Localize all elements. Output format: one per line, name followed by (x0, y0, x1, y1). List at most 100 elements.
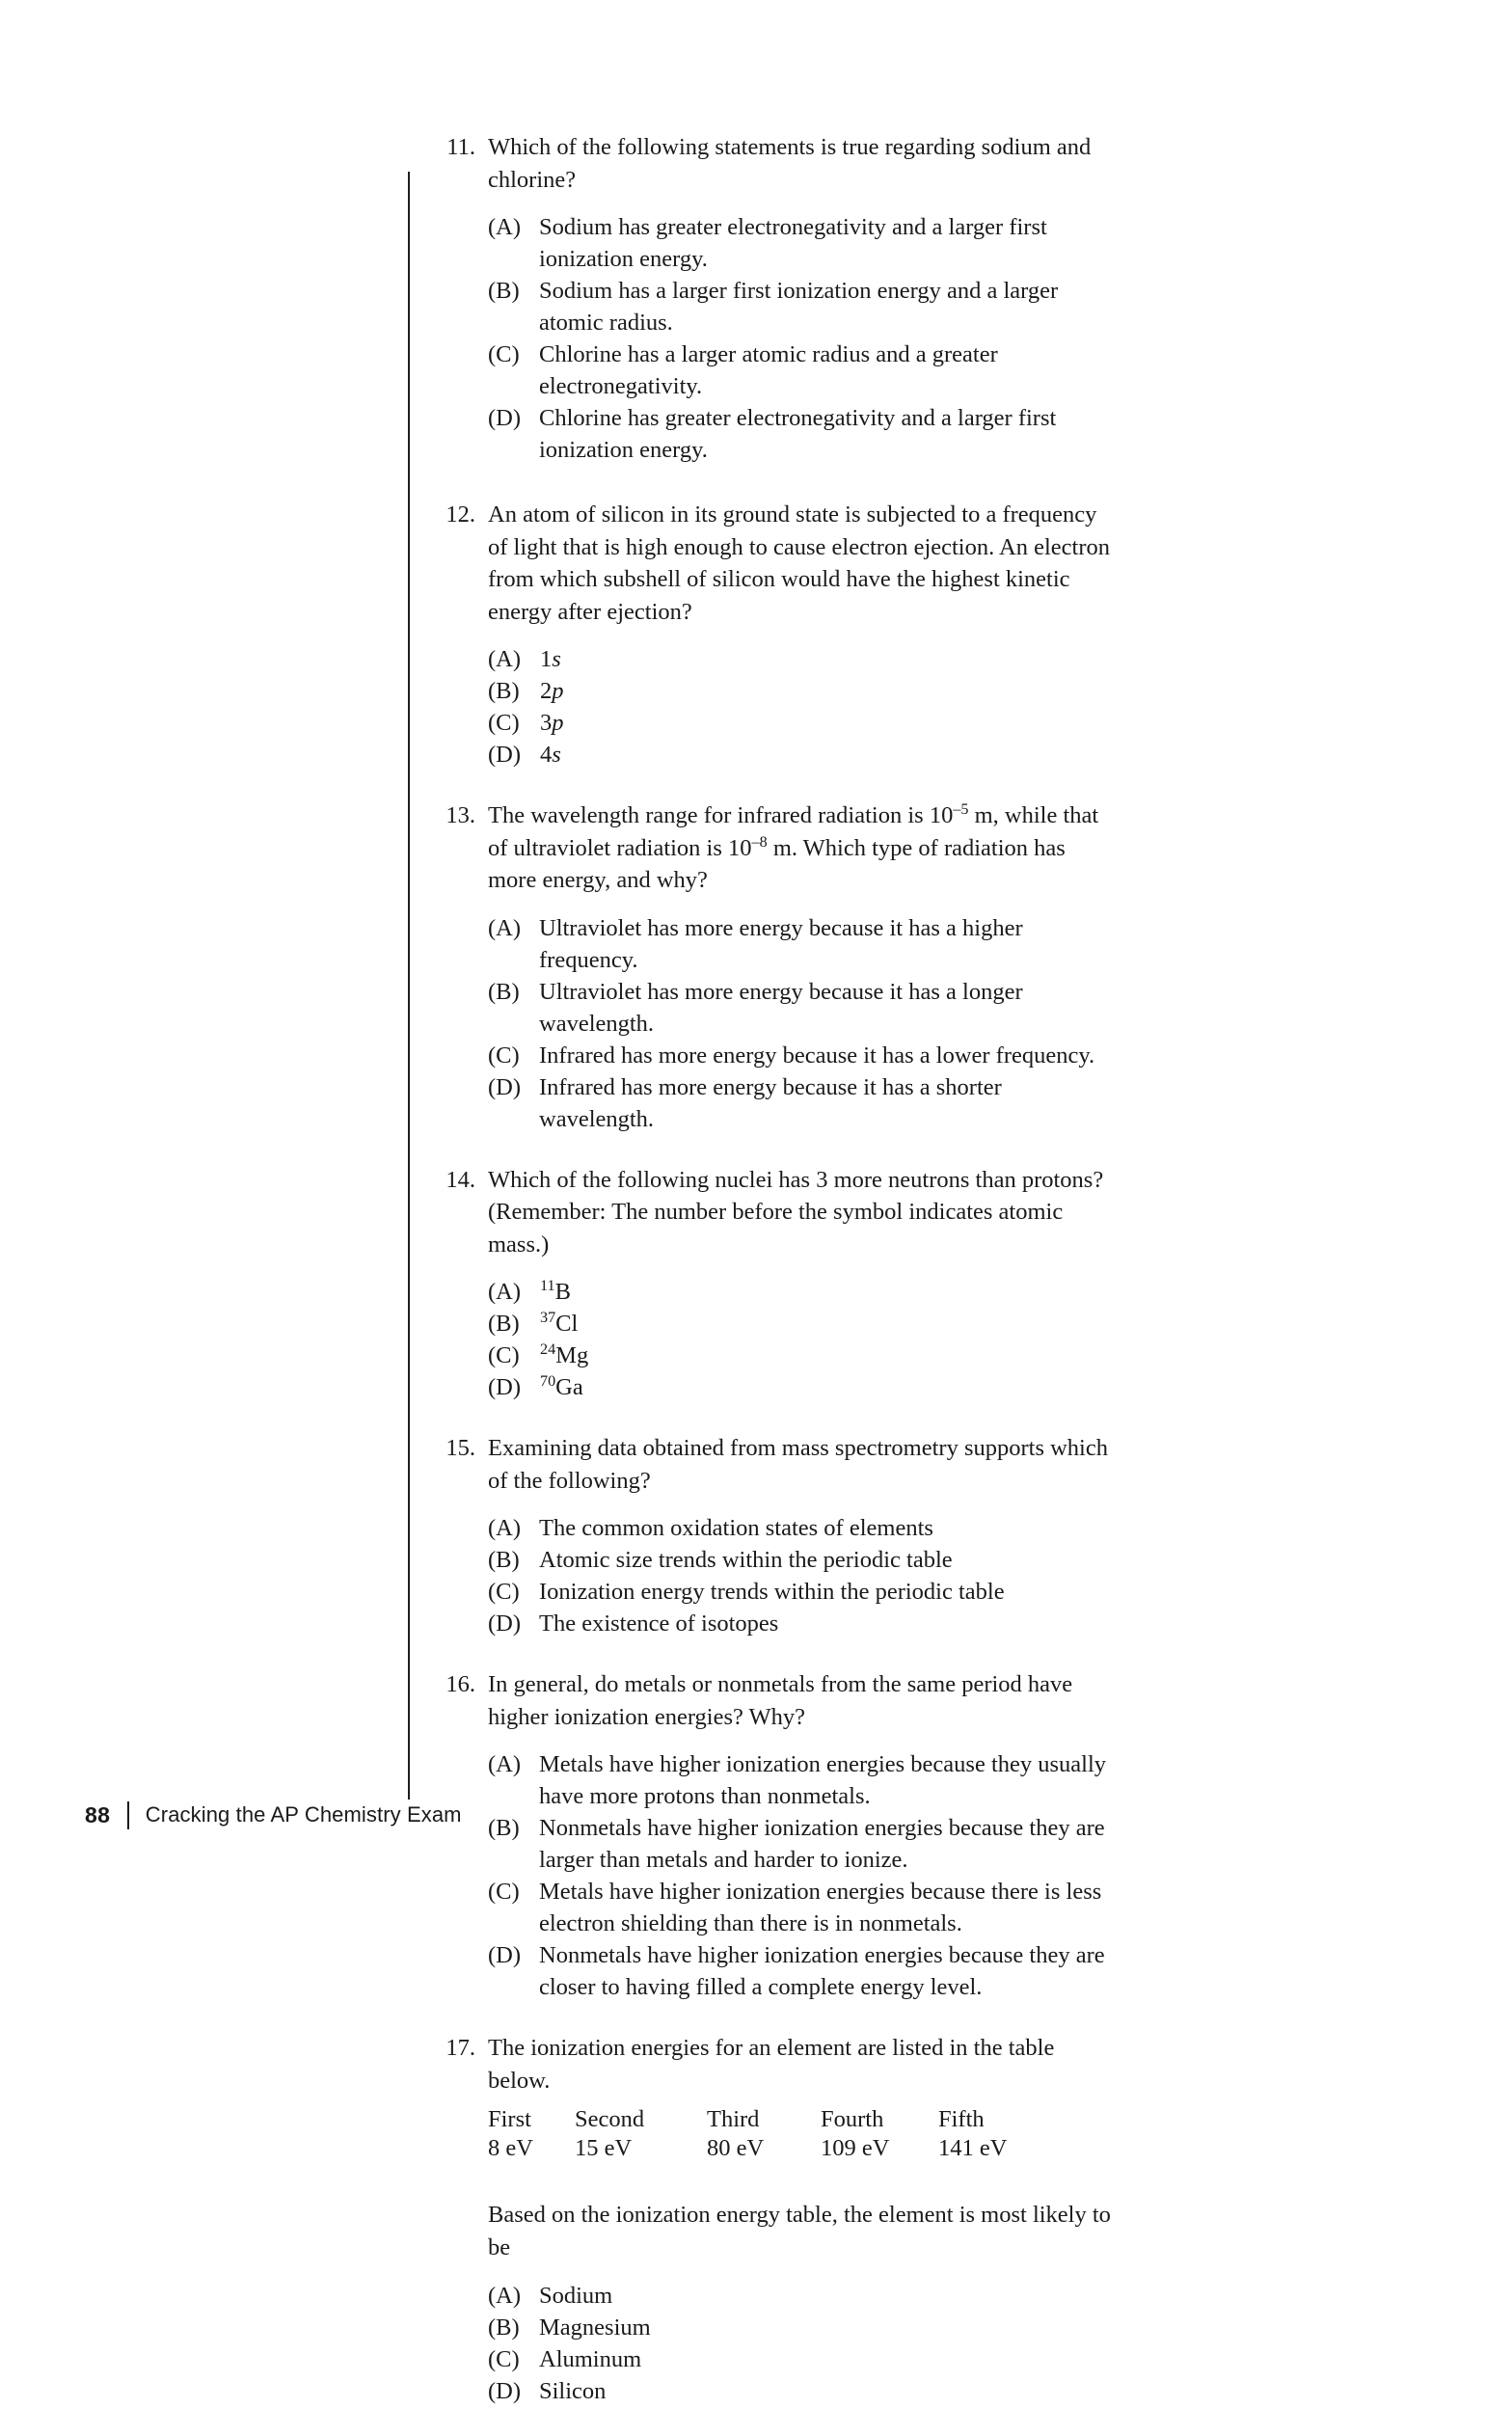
question-15-stem: Examining data obtained from mass spectr… (488, 1435, 1108, 1494)
option-a-letter: (A) (488, 914, 522, 941)
option-c-text: Infrared has more energy because it has … (539, 1042, 1095, 1069)
option-b[interactable]: (B) 37Cl (488, 1308, 1118, 1340)
option-d-letter: (D) (488, 1610, 522, 1637)
option-a-letter: (A) (488, 1515, 522, 1541)
question-12-number: 12. (446, 501, 475, 528)
option-b-text: Ultraviolet has more energy because it h… (539, 978, 1023, 1037)
option-d[interactable]: (D) Chlorine has greater electronegativi… (488, 402, 1118, 466)
option-c-letter: (C) (488, 341, 520, 367)
element-symbol: Ga (555, 1374, 583, 1400)
orbital-number: 4 (540, 742, 553, 768)
question-12-stem: An atom of silicon in its ground state i… (488, 501, 1110, 625)
element-symbol: Cl (555, 1311, 579, 1337)
option-b[interactable]: (B) Magnesium (488, 2312, 1118, 2343)
option-c-text: Ionization energy trends within the peri… (539, 1579, 1005, 1605)
option-d[interactable]: (D) 4s (488, 739, 1118, 771)
orbital-number: 3 (540, 710, 553, 736)
orbital-number: 1 (540, 646, 553, 672)
option-c[interactable]: (C) 3p (488, 707, 1118, 739)
exponent-infrared: –5 (953, 800, 969, 818)
option-d-letter: (D) (488, 2378, 522, 2404)
option-d[interactable]: (D) Nonmetals have higher ionization ene… (488, 1939, 1118, 2003)
question-14-header: 14. Which of the following nuclei has 3 … (443, 1164, 1118, 1261)
element-symbol: B (554, 1279, 571, 1305)
option-a-text: 11B (540, 1276, 1118, 1308)
option-b-text: Nonmetals have higher ionization energie… (539, 1815, 1105, 1873)
option-c[interactable]: (C) Infrared has more energy because it … (488, 1040, 1118, 1071)
option-c[interactable]: (C) Metals have higher ionization energi… (488, 1876, 1118, 1939)
option-b[interactable]: (B) Sodium has a larger first ionization… (488, 275, 1118, 338)
option-b[interactable]: (B) Atomic size trends within the period… (488, 1544, 1118, 1576)
option-b-text: Sodium has a larger first ionization ene… (539, 278, 1059, 336)
option-a[interactable]: (A) Sodium (488, 2280, 1118, 2312)
option-b-text: 2p (540, 675, 1118, 707)
option-d-text: 70Ga (540, 1371, 1118, 1403)
question-17-number: 17. (446, 2035, 475, 2061)
option-c-letter: (C) (488, 1342, 520, 1368)
option-a-text: 1s (540, 643, 1118, 675)
option-c-letter: (C) (488, 1579, 520, 1605)
option-a-text: Metals have higher ionization energies b… (539, 1751, 1107, 1809)
option-d-text: Chlorine has greater electronegativity a… (539, 405, 1057, 463)
question-13-stem: The wavelength range for infrared radiat… (488, 799, 1118, 897)
question-16-header: 16. In general, do metals or nonmetals f… (443, 1668, 1118, 1733)
option-d[interactable]: (D) Infrared has more energy because it … (488, 1071, 1118, 1135)
option-c-text: 3p (540, 707, 1118, 739)
option-d[interactable]: (D) The existence of isotopes (488, 1608, 1118, 1639)
option-d[interactable]: (D) Silicon (488, 2375, 1118, 2407)
question-11-number: 11. (446, 134, 475, 160)
question-13-number: 13. (446, 802, 475, 828)
orbital-letter: s (552, 646, 561, 672)
option-d-text: Silicon (539, 2378, 607, 2404)
option-a[interactable]: (A) 1s (488, 643, 1118, 675)
option-a[interactable]: (A) Sodium has greater electronegativity… (488, 211, 1118, 275)
option-c[interactable]: (C) 24Mg (488, 1340, 1118, 1371)
question-14: 14. Which of the following nuclei has 3 … (443, 1164, 1118, 1404)
question-16-stem: In general, do metals or nonmetals from … (488, 1671, 1073, 1730)
question-14-stem: Which of the following nuclei has 3 more… (488, 1166, 1104, 1258)
page-footer: 88 Cracking the AP Chemistry Exam (85, 1799, 462, 1831)
question-13-header: 13. The wavelength range for infrared ra… (443, 799, 1118, 897)
option-d-letter: (D) (488, 1073, 522, 1100)
option-a-text: Sodium (539, 2283, 613, 2309)
option-d-letter: (D) (488, 742, 522, 768)
option-c[interactable]: (C) Chlorine has a larger atomic radius … (488, 338, 1118, 402)
question-13-options: (A) Ultraviolet has more energy because … (488, 912, 1118, 1135)
page-number: 88 (85, 1801, 111, 1827)
option-c-text: Metals have higher ionization energies b… (539, 1879, 1102, 1936)
option-a[interactable]: (A) 11B (488, 1276, 1118, 1308)
option-c-letter: (C) (488, 1042, 520, 1069)
stem-part-1: The wavelength range for infrared radiat… (488, 802, 954, 828)
option-a[interactable]: (A) Ultraviolet has more energy because … (488, 912, 1118, 976)
option-b-letter: (B) (488, 678, 520, 704)
option-b[interactable]: (B) Ultraviolet has more energy because … (488, 976, 1118, 1040)
option-d-text: The existence of isotopes (539, 1610, 779, 1637)
question-11: 11. Which of the following statements is… (443, 131, 1118, 466)
question-list: 11. Which of the following statements is… (443, 131, 1118, 2436)
option-d-letter: (D) (488, 1374, 522, 1400)
option-b[interactable]: (B) Nonmetals have higher ionization ene… (488, 1812, 1118, 1876)
option-d[interactable]: (D) 70Ga (488, 1371, 1118, 1403)
orbital-letter: s (552, 742, 561, 768)
option-a-text: Ultraviolet has more energy because it h… (539, 914, 1023, 973)
option-c-letter: (C) (488, 2346, 520, 2372)
option-a[interactable]: (A) Metals have higher ionization energi… (488, 1748, 1118, 1812)
option-c-letter: (C) (488, 710, 520, 736)
option-a-letter: (A) (488, 1751, 522, 1777)
value-third: 80 eV (707, 2135, 765, 2161)
content-rule: 11. Which of the following statements is… (408, 134, 1111, 2404)
option-c[interactable]: (C) Ionization energy trends within the … (488, 1576, 1118, 1608)
mass-number: 24 (540, 1340, 556, 1358)
header-second: Second (575, 2106, 645, 2132)
option-c[interactable]: (C) Aluminum (488, 2343, 1118, 2375)
option-b-letter: (B) (488, 278, 520, 304)
header-first: First (488, 2106, 531, 2132)
question-17: 17. The ionization energies for an eleme… (443, 2032, 1118, 2407)
option-a[interactable]: (A) The common oxidation states of eleme… (488, 1512, 1118, 1544)
option-d-text: Infrared has more energy because it has … (539, 1073, 1002, 1132)
mass-number: 11 (540, 1277, 555, 1294)
option-b[interactable]: (B) 2p (488, 675, 1118, 707)
orbital-letter: p (552, 678, 564, 704)
question-15-header: 15. Examining data obtained from mass sp… (443, 1432, 1118, 1497)
option-a-text: The common oxidation states of elements (539, 1515, 933, 1541)
